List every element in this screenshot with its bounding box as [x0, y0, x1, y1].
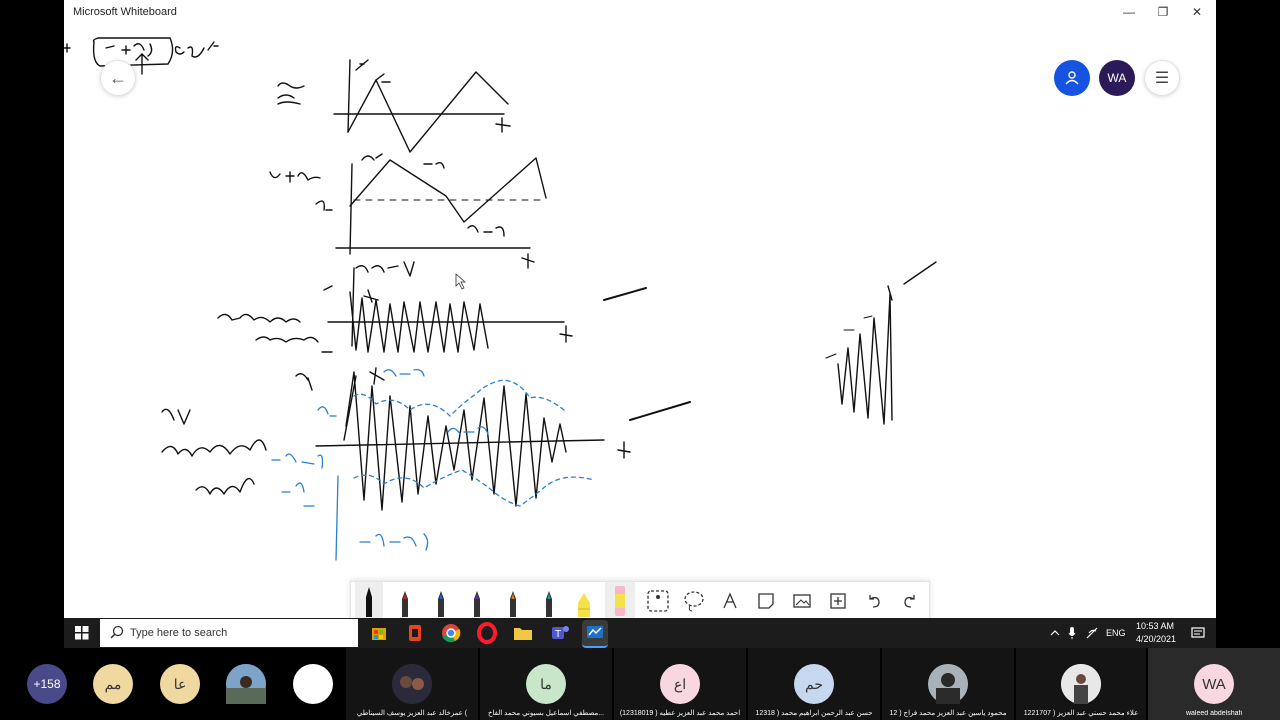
insert-tool[interactable]	[821, 582, 855, 618]
participant-avatar: اع	[660, 664, 700, 704]
windows-taskbar: Type here to search T ENG 10:53 AM 4/20/…	[64, 618, 1216, 648]
participant-tile[interactable]: علاء محمد حسني عبد العزيز ( 1221707	[1016, 648, 1146, 720]
undo-icon	[869, 594, 880, 608]
pen-red-tool[interactable]	[389, 582, 421, 618]
search-placeholder: Type here to search	[130, 627, 228, 639]
mouse-cursor-icon	[455, 273, 467, 290]
text-icon	[723, 591, 737, 608]
participant-photo-avatar	[928, 664, 968, 704]
microphone-icon[interactable]	[1068, 626, 1076, 640]
more-participants-count[interactable]: +158	[27, 664, 67, 704]
back-button[interactable]: ←	[100, 60, 136, 96]
pen-teal-tool[interactable]	[533, 582, 565, 618]
clock-time[interactable]: 10:53 AM	[1136, 621, 1174, 631]
text-tool[interactable]	[713, 582, 747, 618]
sticky-note-icon	[758, 592, 774, 609]
notifications-icon[interactable]	[1191, 627, 1205, 639]
participant-avatar[interactable]: مم	[93, 664, 133, 704]
pen-blue-tool[interactable]	[425, 582, 457, 618]
ruler-tool[interactable]	[605, 582, 635, 618]
participants-strip: +158 مم عا عمرخالد عبد العزيز يوسف السين…	[0, 648, 1280, 720]
pen-black-tool[interactable]	[355, 582, 383, 618]
image-icon	[793, 593, 811, 608]
participant-avatar: WA	[1194, 664, 1234, 704]
participant-name: مصطفي اسماعيل بسيوني محمد الفاخ...	[487, 710, 605, 717]
participant-photo-avatar	[1061, 664, 1101, 704]
highlighter-tool[interactable]	[569, 582, 601, 618]
participant-tile-self[interactable]: WA waleed abdelshafi	[1148, 648, 1280, 720]
taskbar-search-box[interactable]: Type here to search	[100, 619, 358, 647]
participant-avatar-blank[interactable]	[293, 664, 333, 704]
participant-tile[interactable]: محمود ياسين عبد العزيز محمد فراج ( 12	[882, 648, 1014, 720]
chrome-app-icon[interactable]	[438, 620, 464, 646]
redo-icon	[904, 594, 915, 608]
participant-name: حسن عبد الرحمن ابراهيم محمد ( 12318	[755, 710, 873, 717]
system-tray: ENG 10:53 AM 4/20/2021	[1036, 618, 1216, 648]
person-add-icon	[1065, 71, 1079, 85]
clock-date[interactable]: 4/20/2021	[1136, 634, 1176, 644]
search-icon	[110, 625, 124, 639]
store-app-icon[interactable]	[366, 620, 392, 646]
undo-button[interactable]	[857, 582, 891, 618]
participant-name: علاء محمد حسني عبد العزيز ( 1221707	[1023, 710, 1139, 717]
participant-name: waleed abdelshafi	[1185, 710, 1243, 717]
pen-purple-tool[interactable]	[461, 582, 493, 618]
user-avatar[interactable]: WA	[1099, 60, 1135, 96]
ink-canvas[interactable]	[64, 0, 1216, 618]
hamburger-icon: ☰	[1154, 70, 1170, 87]
whiteboard-window: Microsoft Whiteboard — ❐ ✕ ← WA ☰	[64, 0, 1216, 618]
inking-toolbar	[350, 581, 930, 618]
share-button[interactable]	[1054, 60, 1090, 96]
participant-tile[interactable]: ما مصطفي اسماعيل بسيوني محمد الفاخ...	[480, 648, 612, 720]
settings-menu-button[interactable]: ☰	[1144, 60, 1180, 96]
teams-app-icon[interactable]: T	[546, 620, 572, 646]
lasso-tool[interactable]	[677, 582, 711, 618]
language-indicator[interactable]: ENG	[1106, 628, 1126, 638]
participant-name: محمود ياسين عبد العزيز محمد فراج ( 12	[889, 710, 1007, 717]
svg-text:T: T	[555, 629, 561, 640]
insert-icon	[830, 592, 846, 609]
participant-photo-avatar	[392, 664, 432, 704]
arrow-left-icon: ←	[109, 67, 127, 88]
participant-photo-avatar[interactable]	[226, 664, 266, 704]
office-app-icon[interactable]	[402, 620, 428, 646]
participant-name: احمد محمد عبد العزيز عطيه ( 12318019)	[619, 710, 741, 717]
whiteboard-app-icon[interactable]	[582, 620, 608, 648]
participant-tile[interactable]: حم حسن عبد الرحمن ابراهيم محمد ( 12318	[748, 648, 880, 720]
start-button[interactable]	[64, 618, 100, 648]
file-explorer-app-icon[interactable]	[510, 620, 536, 646]
image-tool[interactable]	[785, 582, 819, 618]
participant-avatar: ما	[526, 664, 566, 704]
chevron-up-icon[interactable]	[1050, 628, 1060, 638]
lasso-select-tool[interactable]	[641, 582, 675, 618]
participant-tile[interactable]: اع احمد محمد عبد العزيز عطيه ( 12318019)	[614, 648, 746, 720]
lasso-icon	[684, 590, 704, 611]
participant-name: عمرخالد عبد العزيز يوسف السيناطي (	[356, 710, 468, 717]
participant-avatar[interactable]: عا	[160, 664, 200, 704]
redo-button[interactable]	[893, 582, 927, 618]
pen-orange-tool[interactable]	[497, 582, 529, 618]
sticky-note-tool[interactable]	[749, 582, 783, 618]
network-icon[interactable]	[1086, 627, 1098, 639]
lasso-select-icon	[647, 589, 669, 612]
windows-logo-icon	[75, 626, 89, 640]
opera-app-icon[interactable]	[474, 620, 500, 646]
participant-tile[interactable]: عمرخالد عبد العزيز يوسف السيناطي (	[346, 648, 478, 720]
participant-avatar: حم	[794, 664, 834, 704]
